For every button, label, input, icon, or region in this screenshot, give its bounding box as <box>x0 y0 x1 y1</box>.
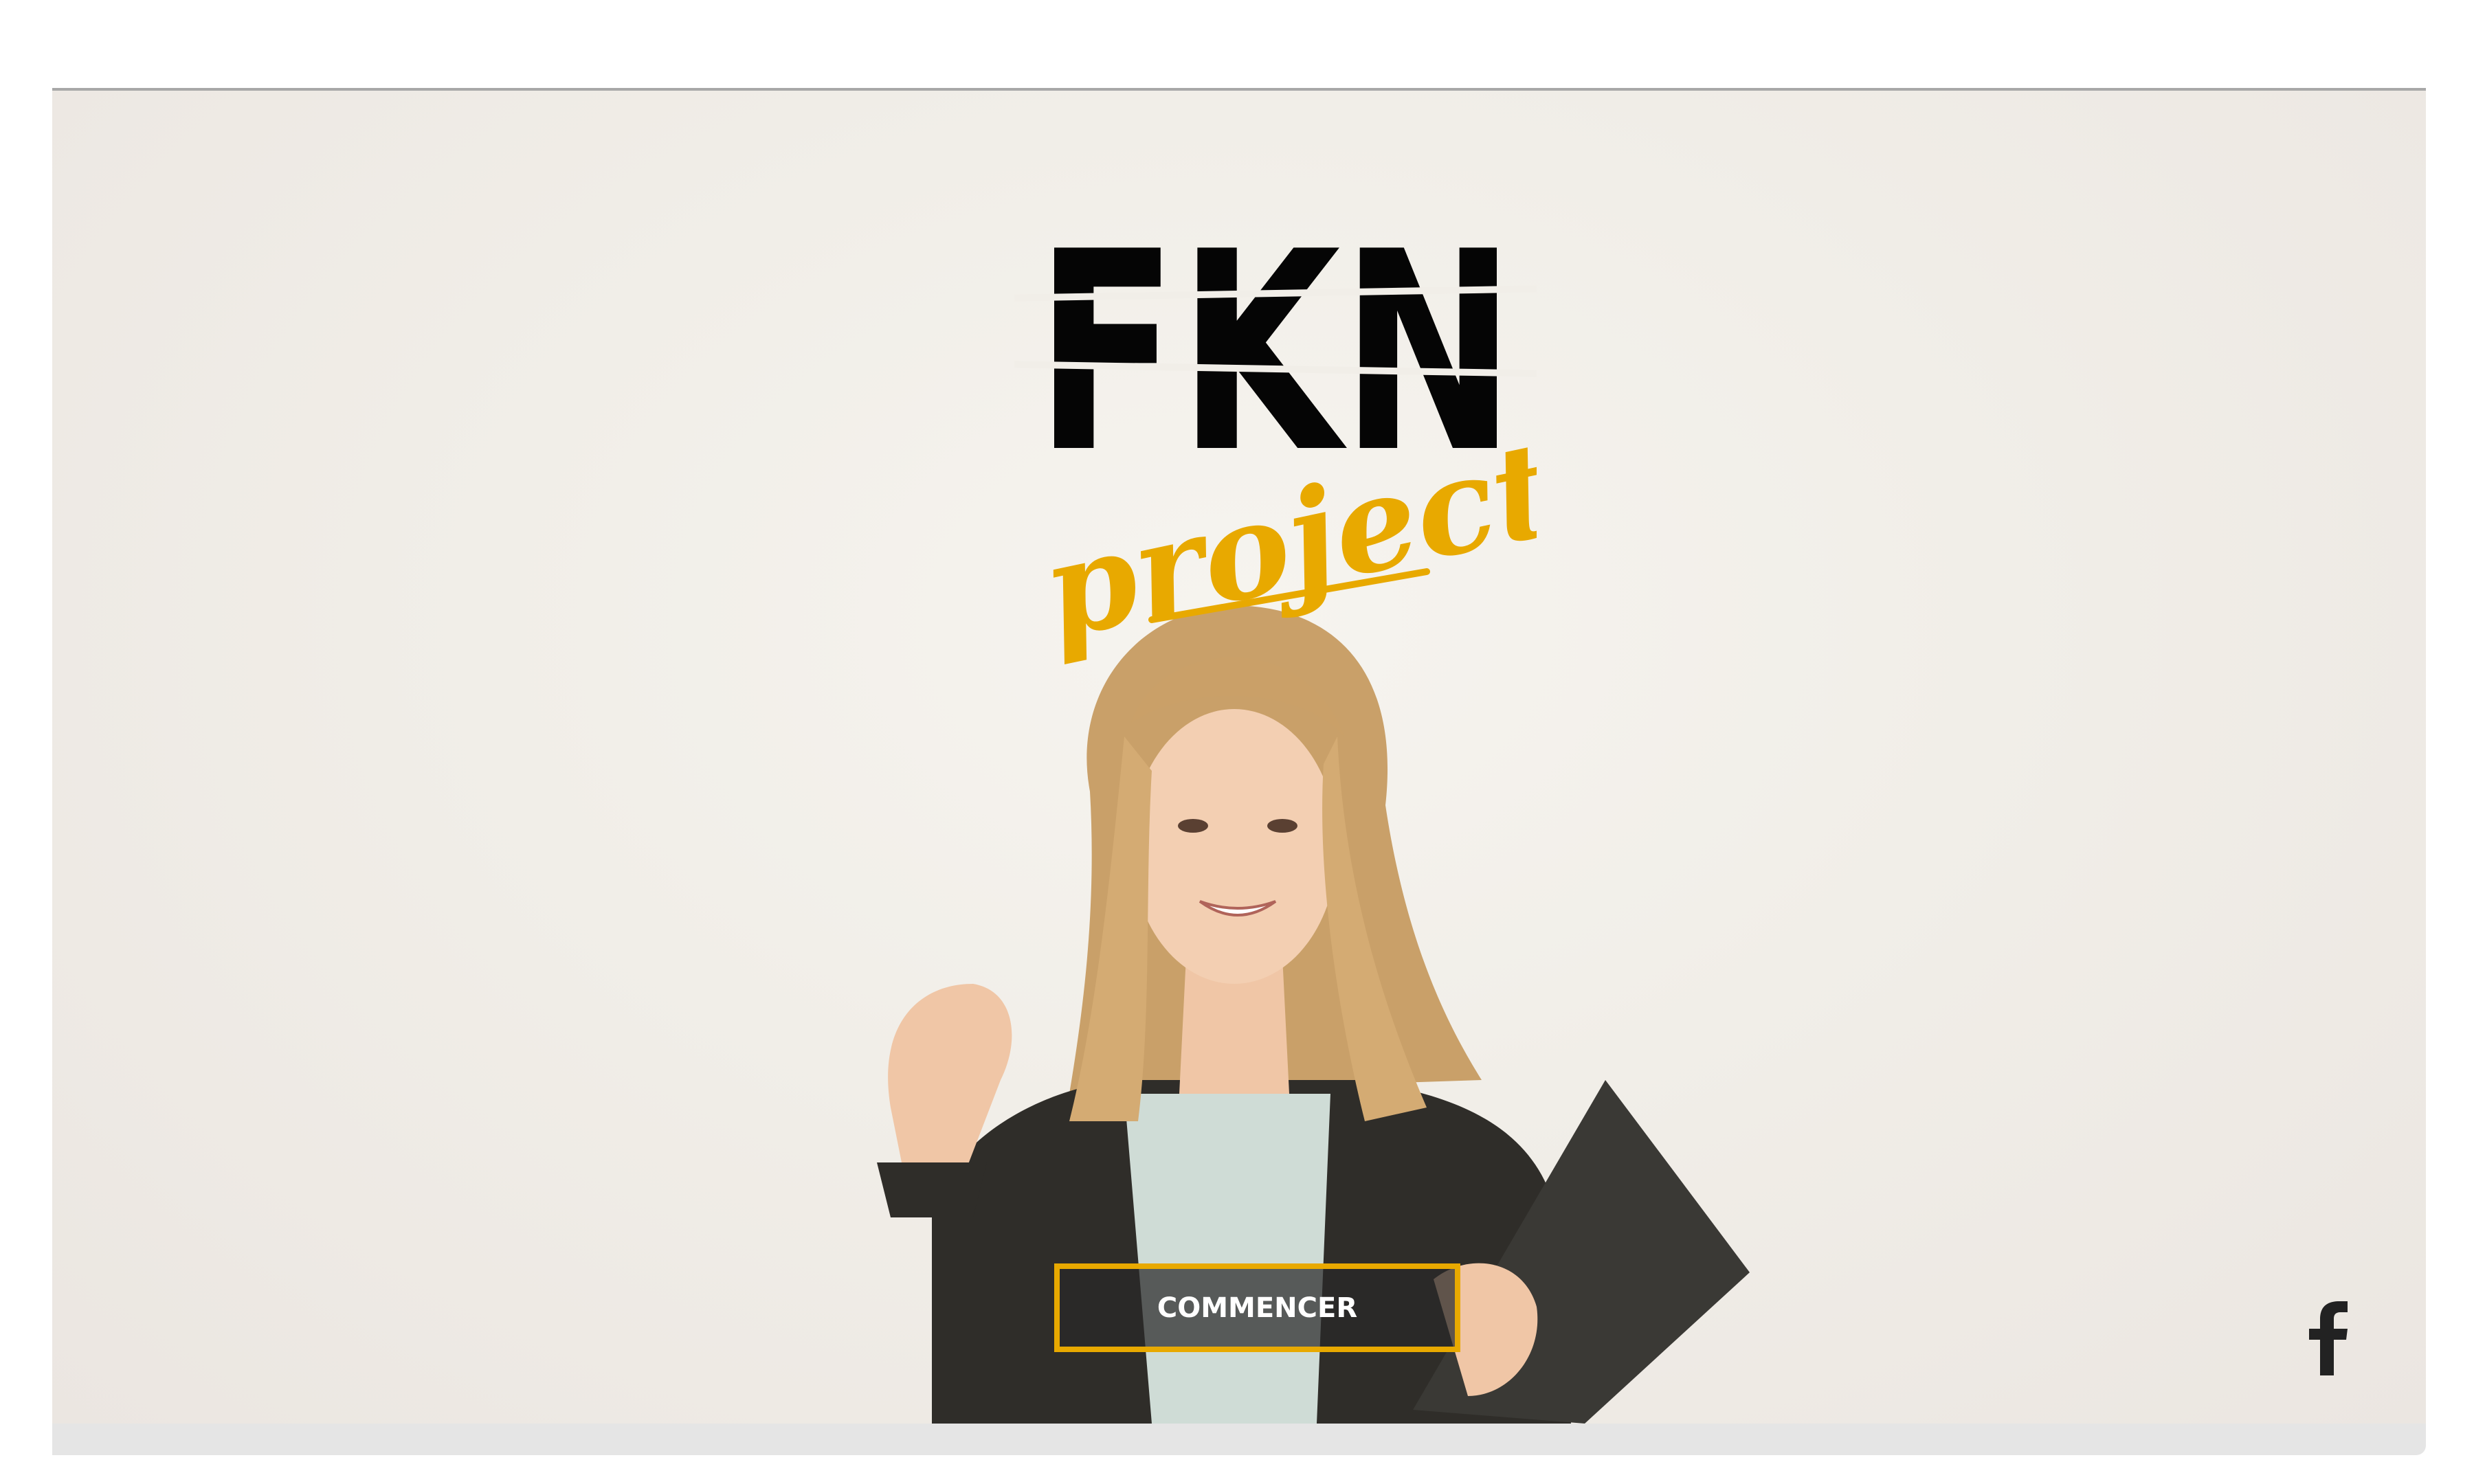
commencer-button[interactable]: COMMENCER <box>1054 1263 1460 1352</box>
fkn-project-logo: FKN project <box>1014 194 1537 668</box>
bottom-bar <box>52 1424 2426 1455</box>
page-frame: FKN project COMMENCER <box>52 88 2426 1455</box>
facebook-icon[interactable] <box>2299 1300 2354 1375</box>
hero-section: FKN project COMMENCER <box>52 91 2426 1424</box>
